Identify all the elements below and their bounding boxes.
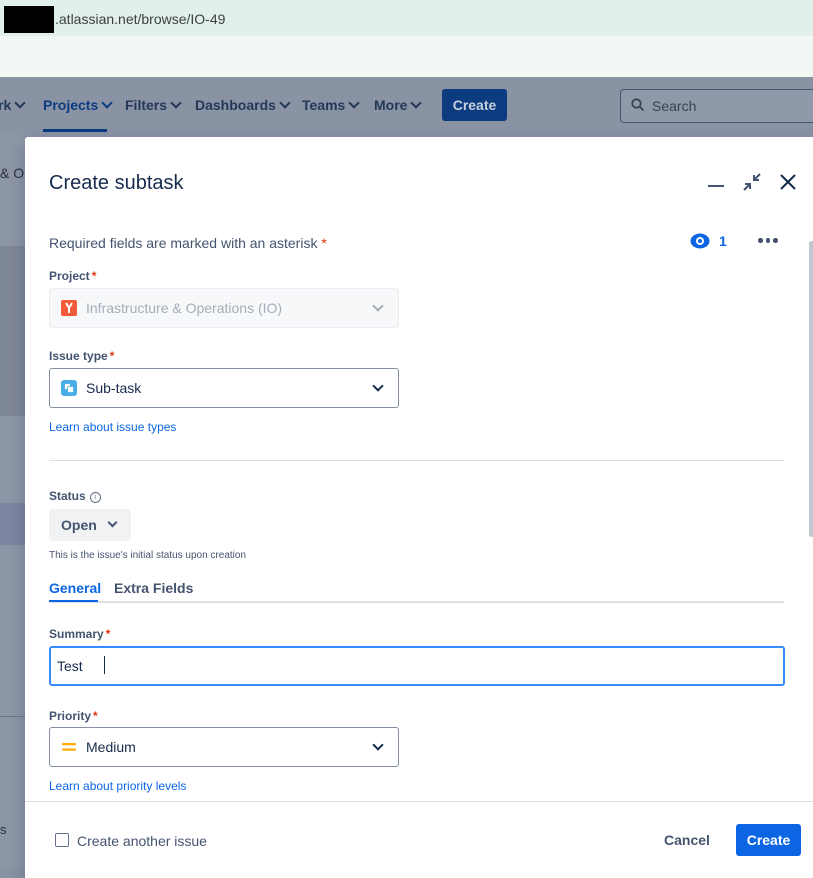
modal-title: Create subtask bbox=[49, 172, 184, 194]
background-panel bbox=[0, 246, 25, 416]
chevron-down-icon bbox=[372, 739, 384, 751]
status-label: Status i bbox=[49, 489, 101, 504]
subtask-icon bbox=[61, 380, 77, 396]
section-divider bbox=[49, 460, 784, 461]
chevron-down-icon bbox=[101, 97, 113, 109]
chevron-down-icon bbox=[170, 97, 182, 109]
browser-toolbar-gap bbox=[0, 36, 813, 77]
nav-item-projects[interactable]: Projects bbox=[43, 97, 113, 113]
minimize-icon[interactable] bbox=[708, 185, 724, 187]
status-dropdown[interactable]: Open bbox=[49, 509, 131, 541]
project-value: Infrastructure & Operations (IO) bbox=[86, 300, 283, 316]
chevron-down-icon bbox=[107, 517, 118, 528]
tab-general[interactable]: General bbox=[49, 580, 101, 596]
chevron-down-icon bbox=[410, 97, 423, 109]
create-subtask-modal: Create subtask Required fields are marke… bbox=[25, 137, 813, 878]
info-icon[interactable]: i bbox=[89, 492, 101, 503]
tab-extra-fields[interactable]: Extra Fields bbox=[114, 580, 193, 596]
project-avatar-icon bbox=[61, 300, 77, 316]
close-icon[interactable] bbox=[777, 171, 799, 193]
redacted-domain bbox=[4, 6, 54, 33]
nav-item-filters[interactable]: Filters bbox=[125, 97, 182, 113]
watchers-count: 1 bbox=[719, 233, 727, 249]
background-page bbox=[0, 133, 25, 868]
search-placeholder: Search bbox=[652, 98, 697, 114]
learn-issue-types-link[interactable]: Learn about issue types bbox=[49, 420, 176, 434]
watch-button[interactable]: 1 bbox=[690, 233, 727, 249]
chevron-down-icon bbox=[279, 97, 291, 109]
issue-type-select[interactable]: Sub-task bbox=[49, 368, 399, 408]
tab-active-indicator bbox=[49, 600, 98, 602]
nav-search-input[interactable]: Search bbox=[620, 89, 813, 123]
priority-medium-icon bbox=[62, 743, 76, 751]
more-icon bbox=[758, 238, 763, 243]
nav-item-teams[interactable]: Teams bbox=[302, 97, 360, 113]
create-button[interactable]: Create bbox=[736, 824, 801, 856]
learn-priority-levels-link[interactable]: Learn about priority levels bbox=[49, 779, 186, 793]
background-text-fragment: s bbox=[0, 822, 7, 837]
status-hint: This is the issue's initial status upon … bbox=[49, 550, 247, 561]
scrollbar-thumb[interactable] bbox=[809, 241, 813, 537]
nav-create-button[interactable]: Create bbox=[442, 89, 507, 121]
search-icon bbox=[631, 98, 645, 112]
chevron-down-icon bbox=[348, 97, 360, 109]
top-navigation: rk Projects Filters Dashboards Teams Mor… bbox=[0, 77, 813, 133]
modal-footer: Create another issue Cancel Create bbox=[25, 801, 813, 878]
eye-icon bbox=[690, 233, 710, 249]
nav-active-indicator bbox=[43, 129, 107, 132]
nav-item-dashboards[interactable]: Dashboards bbox=[195, 97, 291, 113]
chevron-down-icon bbox=[372, 300, 384, 312]
issue-type-label: Issue type * bbox=[49, 349, 115, 363]
project-select: Infrastructure & Operations (IO) bbox=[49, 288, 399, 328]
background-panel bbox=[0, 503, 25, 545]
create-another-checkbox[interactable] bbox=[55, 833, 69, 847]
more-actions-button[interactable] bbox=[758, 238, 778, 243]
required-fields-note: Required fields are marked with an aster… bbox=[49, 235, 327, 251]
chevron-down-icon bbox=[372, 380, 384, 392]
priority-label: Priority * bbox=[49, 709, 98, 723]
summary-input[interactable]: Test bbox=[49, 646, 785, 686]
project-label: Project * bbox=[49, 269, 97, 283]
address-bar[interactable]: .atlassian.net/browse/IO-49 bbox=[0, 0, 813, 36]
nav-item-more[interactable]: More bbox=[374, 97, 423, 113]
address-url: .atlassian.net/browse/IO-49 bbox=[55, 11, 226, 27]
text-cursor bbox=[104, 656, 105, 674]
nav-item-your-work[interactable]: rk bbox=[0, 97, 26, 113]
background-divider bbox=[0, 716, 25, 717]
status-value: Open bbox=[61, 517, 97, 533]
summary-value: Test bbox=[57, 658, 83, 674]
collapse-icon[interactable] bbox=[741, 171, 763, 193]
priority-value: Medium bbox=[86, 739, 136, 755]
priority-select[interactable]: Medium bbox=[49, 727, 399, 767]
cancel-button[interactable]: Cancel bbox=[655, 824, 719, 856]
tabs-baseline bbox=[49, 601, 784, 603]
issue-type-value: Sub-task bbox=[86, 380, 142, 396]
summary-label: Summary * bbox=[49, 627, 111, 641]
create-another-label[interactable]: Create another issue bbox=[77, 833, 207, 849]
